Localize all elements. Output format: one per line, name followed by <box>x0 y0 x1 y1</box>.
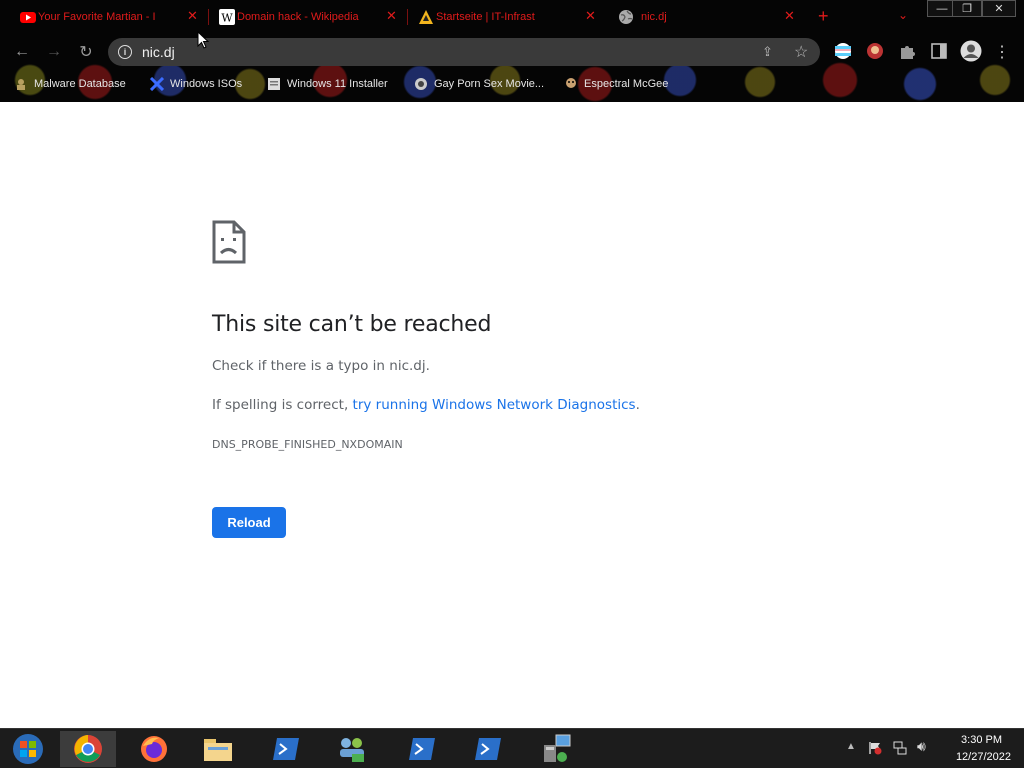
powershell-icon <box>475 738 501 760</box>
bookmark-windows-11-installer[interactable]: Windows 11 Installer <box>267 75 388 93</box>
tray-expand-icon[interactable]: ▲ <box>846 741 856 752</box>
tab-title: Startseite | IT-Infrast <box>436 11 535 23</box>
minimize-icon: — <box>936 2 948 15</box>
info-icon[interactable]: i <box>118 45 132 59</box>
menu-kebab-icon[interactable]: ⋮ <box>992 42 1012 62</box>
bookmark-star-icon[interactable]: ☆ <box>794 42 808 62</box>
tab-close-icon[interactable]: ✕ <box>585 9 596 22</box>
tab-title: nic.dj <box>641 11 667 23</box>
tab-search-chevron-icon[interactable]: ⌄ <box>898 8 908 22</box>
tab-wikipedia[interactable]: W Domain hack - Wikipedia <box>219 4 377 30</box>
error-title: This site can’t be reached <box>212 312 492 337</box>
svg-text:W: W <box>221 12 233 25</box>
bookmark-label: Windows ISOs <box>170 78 243 90</box>
bookmark-label: Malware Database <box>34 78 126 90</box>
start-button[interactable] <box>0 731 56 767</box>
back-arrow-icon[interactable]: ← <box>12 42 32 62</box>
tab-close-icon[interactable]: ✕ <box>386 9 397 22</box>
tab-strip: Your Favorite Martian - I ✕ W Domain hac… <box>0 0 1024 34</box>
extension-avatar-icon[interactable] <box>866 42 884 60</box>
taskbar-firefox[interactable] <box>126 731 182 767</box>
bug-icon <box>17 79 25 90</box>
document-icon <box>268 78 280 90</box>
start-orb-icon <box>13 734 43 764</box>
taskbar-powershell-2[interactable] <box>394 731 450 767</box>
reload-icon[interactable]: ↻ <box>76 42 96 62</box>
tab-title: Your Favorite Martian - I <box>38 11 156 23</box>
wikipedia-icon: W <box>219 9 235 25</box>
sad-page-icon <box>212 220 246 264</box>
site-logo-icon <box>415 78 427 90</box>
bookmark-label: Espectral McGee <box>584 78 669 90</box>
reload-button[interactable]: Reload <box>212 507 286 538</box>
profile-avatar-icon[interactable] <box>960 40 982 62</box>
bookmark-windows-isos[interactable]: Windows ISOs <box>150 75 242 93</box>
error-diagnostics-hint: If spelling is correct, try running Wind… <box>212 397 640 413</box>
extension-flag-icon[interactable] <box>834 42 852 60</box>
taskbar-powershell-3[interactable] <box>460 731 516 767</box>
network-users-icon <box>340 738 364 762</box>
address-bar[interactable]: i nic.dj ⇪ ☆ <box>108 38 820 66</box>
volume-icon[interactable]: 🔊︎ <box>917 738 926 755</box>
tab-active-nicdj[interactable]: nic.dj <box>618 4 758 30</box>
taskbar-powershell-1[interactable] <box>258 731 314 767</box>
clock-time[interactable]: 3:30 PM <box>961 734 1002 746</box>
x-logo-icon <box>150 77 164 91</box>
extensions-puzzle-icon[interactable] <box>898 42 916 60</box>
mouse-cursor-icon <box>197 31 209 49</box>
new-tab-plus-icon[interactable]: + <box>818 6 829 27</box>
taskbar-remote-desktop[interactable] <box>528 731 584 767</box>
browser-chrome: Your Favorite Martian - I ✕ W Domain hac… <box>0 0 1024 102</box>
tab-separator <box>208 9 209 25</box>
remote-desktop-icon <box>544 734 571 762</box>
firefox-icon <box>141 736 167 762</box>
share-icon[interactable]: ⇪ <box>762 44 773 60</box>
restore-icon: ❐ <box>962 3 972 15</box>
globe-icon <box>619 10 633 24</box>
diagnostics-suffix: . <box>635 397 640 413</box>
side-panel-icon[interactable] <box>930 42 948 60</box>
bookmark-video[interactable]: Gay Porn Sex Movie... <box>414 75 544 93</box>
tab-startseite[interactable]: Startseite | IT-Infrast <box>418 4 570 30</box>
youtube-icon <box>20 12 36 23</box>
tab-separator <box>407 9 408 25</box>
warning-triangle-icon <box>419 10 433 24</box>
forward-arrow-icon[interactable]: → <box>44 42 64 62</box>
powershell-icon <box>273 738 299 760</box>
close-window-button[interactable]: ✕ <box>982 0 1016 17</box>
error-code: DNS_PROBE_FINISHED_NXDOMAIN <box>212 438 403 451</box>
close-icon: ✕ <box>994 3 1004 15</box>
network-diagnostics-link[interactable]: try running Windows Network Diagnostics <box>353 397 636 413</box>
taskbar: ▲ 🔊︎ 3:30 PM 12/27/2022 <box>0 728 1024 768</box>
page-content: This site can’t be reached Check if ther… <box>0 102 1024 728</box>
network-icon[interactable] <box>893 741 907 755</box>
tab-close-icon[interactable]: ✕ <box>187 9 198 22</box>
bookmark-label: Windows 11 Installer <box>287 78 388 90</box>
character-icon <box>566 78 576 88</box>
tab-youtube[interactable]: Your Favorite Martian - I <box>20 4 178 30</box>
folder-icon <box>204 739 232 761</box>
taskbar-file-explorer[interactable] <box>190 731 246 767</box>
action-center-flag-icon[interactable] <box>868 741 882 755</box>
bookmark-label: Gay Porn Sex Movie... <box>434 78 545 90</box>
address-url[interactable]: nic.dj <box>142 44 175 60</box>
bookmark-espectral-mcgee[interactable]: Espectral McGee <box>564 75 668 93</box>
clock-date[interactable]: 12/27/2022 <box>956 751 1011 763</box>
powershell-icon <box>409 738 435 760</box>
error-typo-hint: Check if there is a typo in nic.dj. <box>212 358 430 374</box>
tab-close-icon[interactable]: ✕ <box>784 9 795 22</box>
diagnostics-prefix: If spelling is correct, <box>212 397 353 413</box>
chrome-icon <box>74 735 102 763</box>
taskbar-network-app[interactable] <box>324 731 380 767</box>
taskbar-chrome[interactable] <box>60 731 116 767</box>
tab-title: Domain hack - Wikipedia <box>237 11 359 23</box>
bookmark-malware-database[interactable]: Malware Database <box>14 75 126 93</box>
restore-button[interactable]: ❐ <box>952 0 982 17</box>
